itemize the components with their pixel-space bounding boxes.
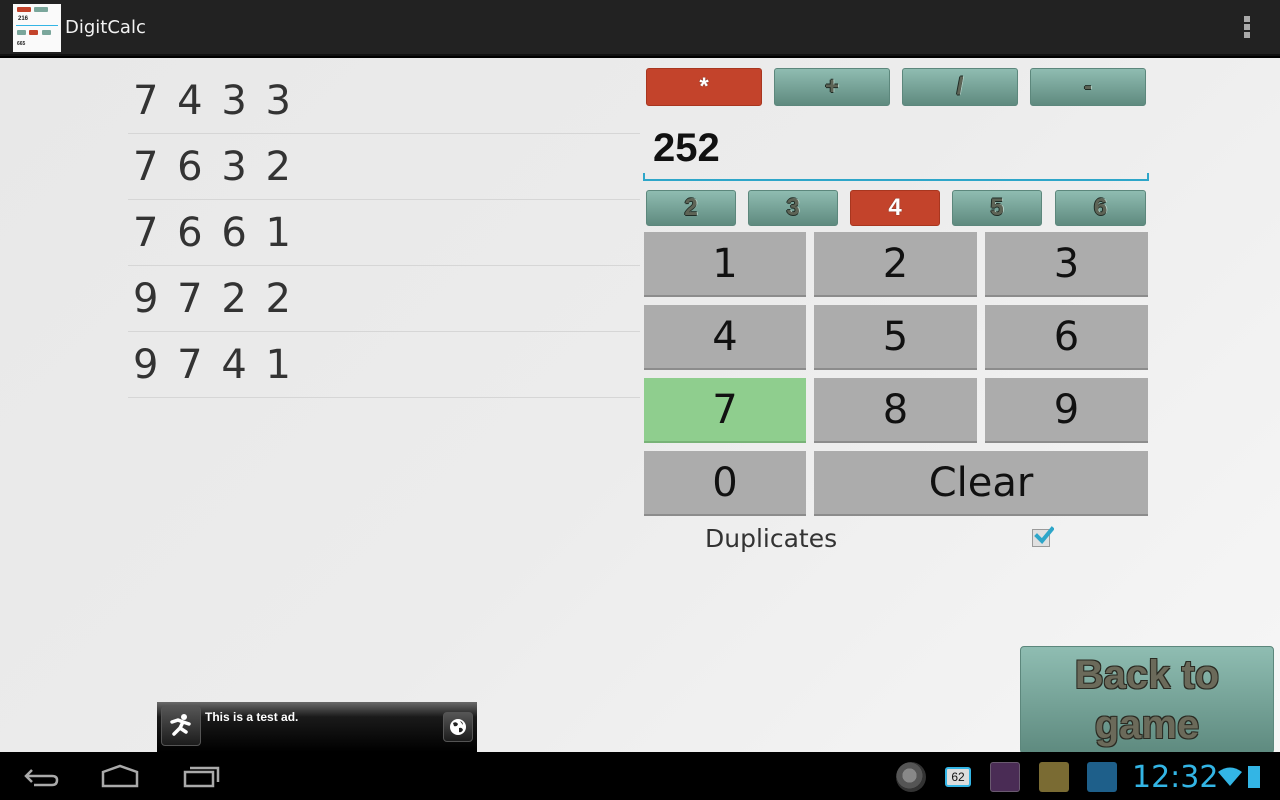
action-bar: 216 665 DigitCalc [0, 0, 1280, 56]
list-item[interactable]: 7 4 3 3 [128, 68, 640, 134]
overflow-menu-icon[interactable] [1244, 16, 1251, 40]
digit-count-selector: 2 3 4 5 6 [646, 190, 1146, 226]
digit-count-4-button[interactable]: 4 [850, 190, 940, 226]
target-value-input[interactable]: 252 [643, 118, 1149, 181]
results-list: 7 4 3 3 7 6 3 2 7 6 6 1 9 7 2 2 9 7 4 1 [128, 68, 640, 398]
digit-count-6-button[interactable]: 6 [1055, 190, 1146, 226]
clock[interactable]: 12:32 [1132, 760, 1218, 795]
digit-count-2-button[interactable]: 2 [646, 190, 736, 226]
wifi-icon[interactable] [1218, 766, 1242, 788]
digit-count-5-button[interactable]: 5 [952, 190, 1042, 226]
clear-button[interactable]: Clear [814, 451, 1148, 516]
ad-text: This is a test ad. [205, 710, 299, 724]
operator-subtract-button[interactable]: - [1030, 68, 1146, 106]
key-2[interactable]: 2 [814, 232, 977, 297]
list-item[interactable]: 9 7 2 2 [128, 266, 640, 332]
system-navigation-bar: 62 12:32 [0, 752, 1280, 800]
key-7[interactable]: 7 [644, 378, 806, 443]
list-item[interactable]: 7 6 6 1 [128, 200, 640, 266]
duplicates-checkbox[interactable] [1032, 526, 1054, 547]
key-6[interactable]: 6 [985, 305, 1148, 370]
key-8[interactable]: 8 [814, 378, 977, 443]
app-icon-value: 216 [18, 16, 29, 22]
list-item[interactable]: 7 6 3 2 [128, 134, 640, 200]
ad-banner[interactable]: This is a test ad. [157, 702, 477, 752]
key-3[interactable]: 3 [985, 232, 1148, 297]
digit-count-3-button[interactable]: 3 [748, 190, 838, 226]
back-icon[interactable] [22, 762, 60, 790]
app-notification-icon[interactable] [1039, 762, 1069, 792]
viber-icon[interactable] [990, 762, 1020, 792]
list-item[interactable]: 9 7 4 1 [128, 332, 640, 398]
main-content: 7 4 3 3 7 6 3 2 7 6 6 1 9 7 2 2 9 7 4 1 … [0, 58, 1280, 754]
operator-multiply-button[interactable]: * [646, 68, 762, 106]
app-title: DigitCalc [65, 17, 146, 38]
operator-add-button[interactable]: + [774, 68, 890, 106]
running-man-icon [161, 706, 201, 746]
battery-62-icon[interactable]: 62 [945, 767, 971, 787]
operator-selector: * + / - [646, 68, 1146, 106]
bittorrent-icon[interactable] [896, 762, 926, 792]
keypad-app-icon[interactable] [1087, 762, 1117, 792]
home-icon[interactable] [101, 762, 139, 790]
key-4[interactable]: 4 [644, 305, 806, 370]
key-1[interactable]: 1 [644, 232, 806, 297]
operator-divide-button[interactable]: / [902, 68, 1018, 106]
checkmark-icon [1034, 526, 1054, 544]
duplicates-label: Duplicates [705, 524, 838, 553]
target-value: 252 [653, 126, 720, 170]
back-to-game-button[interactable]: Back to game [1020, 646, 1274, 754]
battery-icon[interactable] [1248, 766, 1260, 788]
recent-apps-icon[interactable] [182, 762, 220, 790]
key-5[interactable]: 5 [814, 305, 977, 370]
key-0[interactable]: 0 [644, 451, 806, 516]
app-icon[interactable]: 216 665 [13, 4, 61, 52]
key-9[interactable]: 9 [985, 378, 1148, 443]
globe-icon[interactable] [443, 712, 473, 742]
app-icon-bottom: 665 [17, 41, 26, 47]
